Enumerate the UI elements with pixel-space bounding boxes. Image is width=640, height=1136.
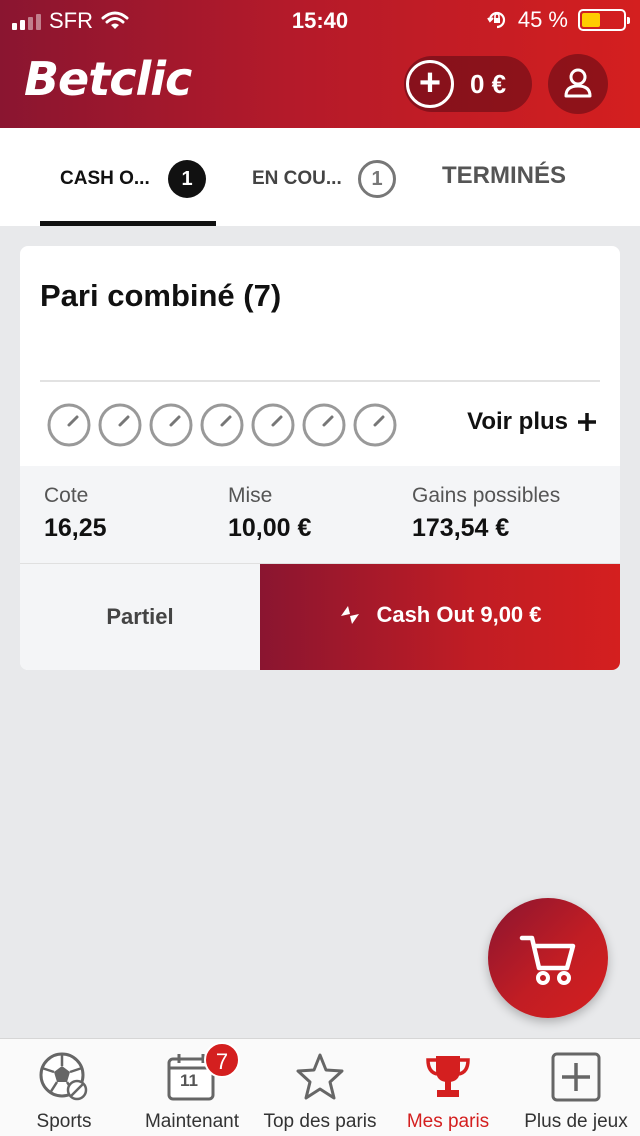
clock-icon xyxy=(251,403,295,447)
tab-cash-out[interactable]: CASH O... 1 xyxy=(40,128,216,226)
status-bar: SFR 15:40 45 % xyxy=(0,0,640,40)
clock-icon xyxy=(149,403,193,447)
clock-icon xyxy=(302,403,346,447)
nav-label: Maintenant xyxy=(144,1111,239,1132)
tab-label: TERMINÉS xyxy=(442,162,567,189)
nav-sports[interactable]: Sports xyxy=(0,1039,128,1136)
stat-value: 10,00 € xyxy=(228,514,312,542)
clock-icon xyxy=(353,403,397,447)
battery-percent: 45 % xyxy=(517,7,568,32)
betclic-logo: Betclic xyxy=(24,52,192,106)
account-button[interactable] xyxy=(548,54,608,114)
tab-count-badge: 1 xyxy=(358,160,396,198)
balance-amount: 0 € xyxy=(470,69,507,99)
status-right: 45 % xyxy=(486,7,630,33)
nav-label: Mes paris xyxy=(406,1111,490,1132)
clock-icon xyxy=(47,403,91,447)
event-status-icons xyxy=(46,402,398,448)
nav-top-des-paris[interactable]: Top des paris xyxy=(256,1039,384,1136)
tab-count-badge: 1 xyxy=(168,160,206,198)
stat-value: 16,25 xyxy=(44,514,107,542)
voir-plus-button[interactable]: Voir plus xyxy=(467,408,598,436)
stat-value: 173,54 € xyxy=(412,514,510,542)
star-icon xyxy=(296,1053,344,1100)
stat-cote: Cote 16,25 xyxy=(44,484,107,543)
user-icon xyxy=(564,68,592,98)
betslip-button[interactable] xyxy=(488,898,608,1018)
battery-icon xyxy=(578,9,630,31)
cashout-label: Cash Out 9,00 € xyxy=(376,602,542,627)
notification-badge: 7 xyxy=(204,1042,240,1078)
tab-label: CASH O... xyxy=(60,168,150,189)
partial-label: Partiel xyxy=(106,604,174,629)
stat-label: Mise xyxy=(228,484,273,507)
plus-square-icon xyxy=(551,1052,601,1102)
cashout-icon xyxy=(341,606,360,624)
tab-en-cours[interactable]: EN COU... 1 xyxy=(236,128,416,226)
plus-icon xyxy=(578,413,596,431)
stat-gains-possibles: Gains possibles 173,54 € xyxy=(412,484,560,543)
app-header: SFR 15:40 45 % Betclic + 0 € xyxy=(0,0,640,128)
nav-label: Top des paris xyxy=(263,1111,377,1132)
card-divider xyxy=(40,380,600,382)
calendar-day: 11 xyxy=(180,1071,198,1090)
bet-stats: Cote 16,25 Mise 10,00 € Gains possibles … xyxy=(20,466,620,564)
balance-pill[interactable]: + 0 € xyxy=(404,56,532,112)
orientation-lock-icon xyxy=(487,11,505,29)
stat-label: Cote xyxy=(44,484,89,507)
tab-termines[interactable]: TERMINÉS xyxy=(432,128,612,226)
bets-tabs: CASH O... 1 EN COU... 1 TERMINÉS xyxy=(0,128,640,226)
bottom-nav: Sports 11 Maintenant Top des paris Mes p… xyxy=(0,1038,640,1136)
active-tab-indicator xyxy=(40,221,216,226)
clock-icon xyxy=(98,403,142,447)
cashout-button[interactable]: Cash Out 9,00 € xyxy=(260,564,620,670)
trophy-icon xyxy=(426,1056,470,1097)
bet-title: Pari combiné (7) xyxy=(40,278,282,313)
soccer-ball-icon xyxy=(39,1052,88,1101)
nav-mes-paris[interactable]: Mes paris xyxy=(384,1039,512,1136)
cart-icon xyxy=(519,935,576,985)
nav-label: Sports xyxy=(36,1111,92,1132)
partial-cashout-button[interactable]: Partiel xyxy=(20,564,260,670)
bet-card: Pari combiné (7) Voir plus Cote 16,25 Mi… xyxy=(20,246,620,670)
nav-plus-de-jeux[interactable]: Plus de jeux xyxy=(512,1039,640,1136)
tab-label: EN COU... xyxy=(252,168,342,189)
nav-label: Plus de jeux xyxy=(524,1111,628,1132)
stat-mise: Mise 10,00 € xyxy=(228,484,311,543)
add-funds-icon[interactable]: + xyxy=(406,60,454,108)
clock-icon xyxy=(200,403,244,447)
voir-plus-label: Voir plus xyxy=(467,408,568,435)
stat-label: Gains possibles xyxy=(412,484,561,507)
